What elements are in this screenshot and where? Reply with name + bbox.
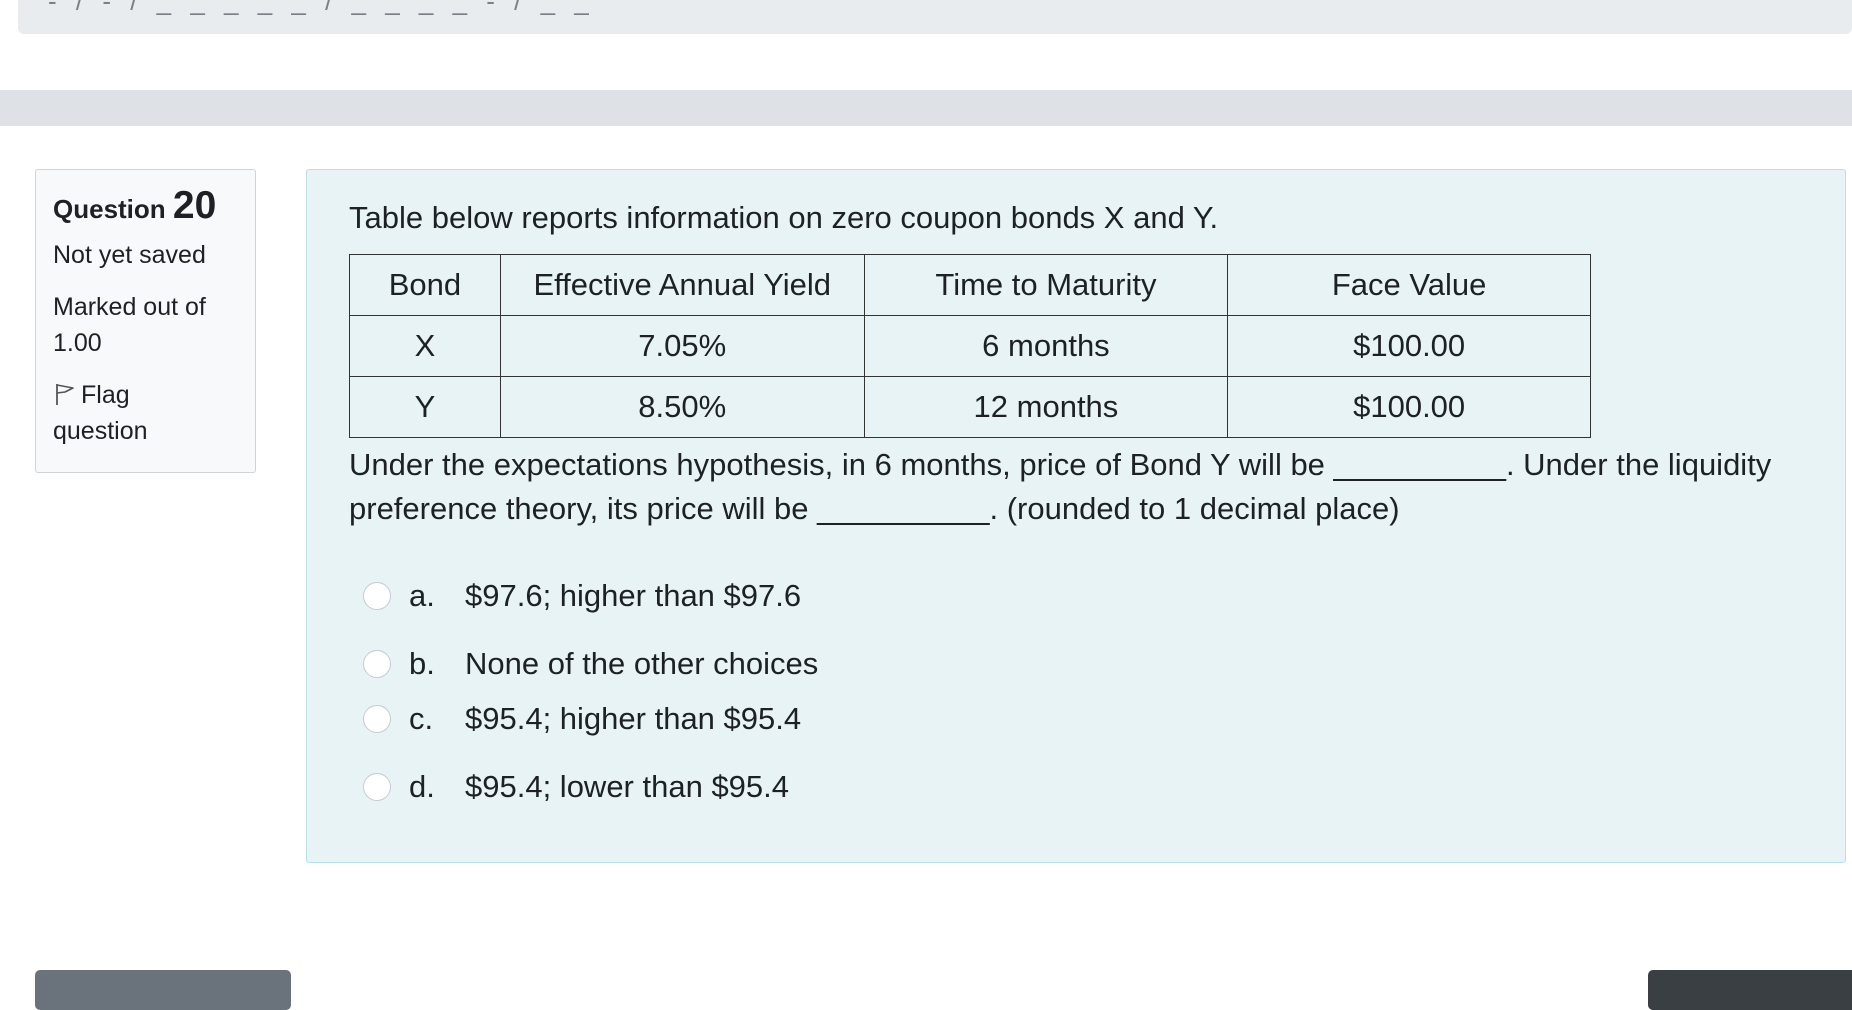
page-header-band [0, 90, 1852, 126]
question-content: Table below reports information on zero … [306, 169, 1846, 863]
answer-letter: b. [409, 646, 435, 681]
question-title: Question 20 [53, 184, 238, 231]
question-state: Not yet saved [53, 241, 206, 269]
cell-yield: 8.50% [499, 376, 865, 438]
cell-face-value: $100.00 [1227, 315, 1591, 377]
cell-bond: Y [349, 376, 501, 438]
flag-question-link[interactable]: Flag question [53, 377, 238, 449]
question-label: Question [53, 194, 166, 224]
radio-button[interactable] [363, 705, 391, 733]
radio-button[interactable] [363, 650, 391, 678]
next-page-button[interactable] [1648, 970, 1852, 1010]
cell-face-value: $100.00 [1227, 376, 1591, 438]
grade-value: 1.00 [53, 329, 102, 357]
cell-yield: 7.05% [499, 315, 865, 377]
question-info-panel: Question 20 Not yet saved Marked out of … [35, 169, 256, 473]
answer-letter: d. [409, 769, 435, 804]
answer-letter: a. [409, 578, 435, 613]
cell-maturity: 6 months [863, 315, 1229, 377]
top-navigation-strip: - / - / _ _ _ _ _ / _ _ _ _ - / _ _ [18, 0, 1852, 34]
answer-text: $95.4; lower than $95.4 [465, 769, 790, 804]
answer-letter: c. [409, 701, 434, 736]
answer-option-c[interactable]: c. $95.4; higher than $95.4 [363, 701, 801, 737]
answer-option-b[interactable]: b. None of the other choices [363, 646, 818, 682]
question-grade: Marked out of 1.00 [53, 289, 238, 361]
previous-page-button[interactable] [35, 970, 291, 1010]
flag-label: Flag [81, 381, 130, 409]
table-header-row: Bond Effective Annual Yield Time to Matu… [349, 254, 1591, 316]
grade-label: Marked out of [53, 293, 206, 321]
answer-text: $97.6; higher than $97.6 [465, 578, 802, 613]
answer-option-d[interactable]: d. $95.4; lower than $95.4 [363, 769, 789, 805]
header-yield: Effective Annual Yield [499, 254, 865, 316]
question-intro: Table below reports information on zero … [349, 200, 1219, 235]
header-face-value: Face Value [1227, 254, 1591, 316]
flag-icon [56, 384, 74, 405]
header-maturity: Time to Maturity [863, 254, 1229, 316]
table-row: Y 8.50% 12 months $100.00 [349, 376, 1591, 438]
radio-button[interactable] [363, 582, 391, 610]
top-strip-text: - / - / _ _ _ _ _ / _ _ _ _ - / _ _ [48, 0, 595, 16]
radio-button[interactable] [363, 773, 391, 801]
table-row: X 7.05% 6 months $100.00 [349, 315, 1591, 377]
bond-table: Bond Effective Annual Yield Time to Matu… [349, 254, 1591, 438]
header-bond: Bond [349, 254, 501, 316]
answer-text: $95.4; higher than $95.4 [465, 701, 802, 736]
answer-text: None of the other choices [465, 646, 819, 681]
flag-label-2: question [53, 417, 148, 445]
cell-bond: X [349, 315, 501, 377]
question-body: Under the expectations hypothesis, in 6 … [349, 447, 1772, 526]
cell-maturity: 12 months [863, 376, 1229, 438]
answer-option-a[interactable]: a. $97.6; higher than $97.6 [363, 578, 801, 614]
question-number: 20 [172, 184, 217, 227]
